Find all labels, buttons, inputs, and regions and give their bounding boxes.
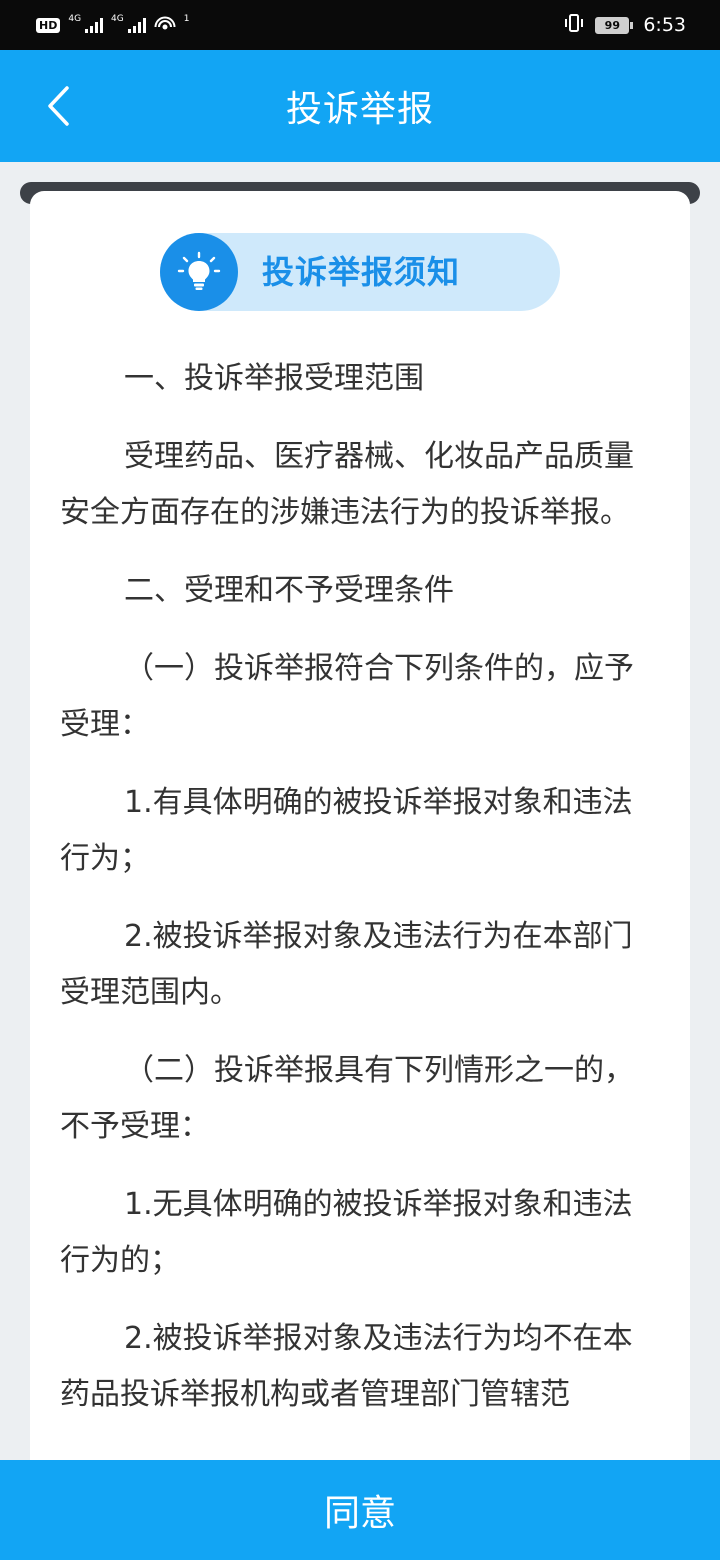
back-button[interactable]	[36, 80, 80, 132]
nav-bar: 投诉举报	[0, 50, 720, 162]
paragraph: 一、投诉举报受理范围	[124, 361, 424, 396]
hotspot-count: 1	[183, 14, 190, 24]
paragraph: 二、受理和不予受理条件	[124, 573, 454, 608]
status-right: 99 6:53	[563, 13, 686, 38]
signal-icon-1	[85, 17, 104, 33]
paragraph: 1.有具体明确的被投诉举报对象和违法行为；	[60, 785, 633, 876]
notice-content: 一、投诉举报受理范围 受理药品、医疗器械、化妆品产品质量安全方面存在的涉嫌违法行…	[60, 351, 660, 1445]
lightbulb-icon	[177, 251, 221, 290]
agree-button[interactable]: 同意	[0, 1460, 720, 1560]
status-bar: HD 4G 4G 1 99 6:53	[0, 0, 720, 50]
notice-card: 投诉举报须知 一、投诉举报受理范围 受理药品、医疗器械、化妆品产品质量安全方面存…	[30, 191, 690, 1511]
signal-icon-2	[127, 17, 146, 33]
battery-icon: 99	[595, 16, 630, 34]
status-left: HD 4G 4G 1	[36, 14, 189, 37]
notice-title: 投诉举报须知	[262, 253, 461, 291]
clock: 6:53	[643, 14, 686, 36]
network-type-1: 4G	[68, 14, 82, 24]
paragraph: 2.被投诉举报对象及违法行为在本部门受理范围内。	[60, 919, 633, 1010]
paragraph: 受理药品、医疗器械、化妆品产品质量安全方面存在的涉嫌违法行为的投诉举报。	[60, 439, 634, 530]
vibrate-icon	[563, 13, 585, 38]
notice-header: 投诉举报须知	[160, 233, 560, 311]
hd-badge: HD	[36, 17, 61, 33]
paragraph: （二）投诉举报具有下列情形之一的，不予受理：	[60, 1053, 634, 1144]
network-type-2: 4G	[111, 14, 124, 24]
paragraph: 2.被投诉举报对象及违法行为均不在本药品投诉举报机构或者管理部门管辖范	[60, 1321, 633, 1412]
hotspot-icon	[154, 14, 176, 37]
chevron-left-icon	[48, 86, 69, 126]
battery-tip	[630, 21, 634, 29]
paragraph: 1.无具体明确的被投诉举报对象和违法行为的；	[60, 1187, 633, 1278]
paragraph: （一）投诉举报符合下列条件的，应予受理：	[60, 651, 634, 742]
notice-icon-badge	[160, 233, 238, 311]
page-title: 投诉举报	[285, 89, 434, 130]
